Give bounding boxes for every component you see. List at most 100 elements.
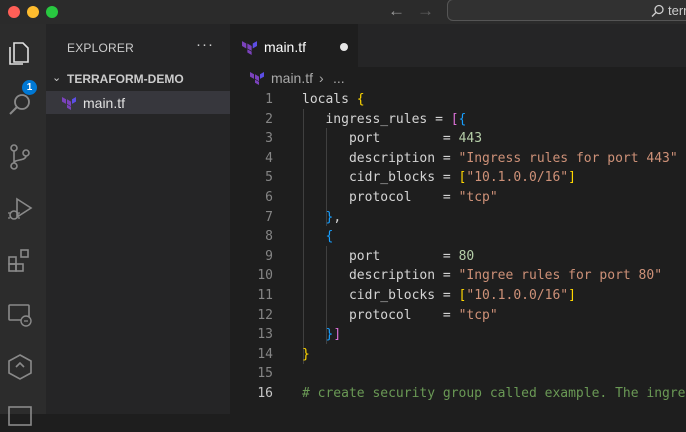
terraform-file-icon <box>250 72 264 85</box>
line-number: 12 <box>257 307 273 323</box>
run-debug-icon[interactable] <box>5 194 35 224</box>
code-token: ingress_rules <box>325 111 428 127</box>
tab-main-tf[interactable]: main.tf <box>230 24 358 67</box>
code-token: "10.1.0.0/16" <box>466 288 569 303</box>
source-control-icon[interactable] <box>5 142 35 172</box>
code-token: = <box>442 248 451 264</box>
code-token: { <box>356 92 365 107</box>
folder-row[interactable]: ⌄ TERRAFORM-DEMO <box>46 70 230 90</box>
code-token: { <box>325 229 334 245</box>
terminal-icon[interactable] <box>5 402 35 432</box>
code-token: description <box>348 268 436 284</box>
chevron-down-icon: ⌄ <box>52 72 62 84</box>
close-window-button[interactable] <box>8 6 20 18</box>
activity-bar: 1 <box>0 24 46 426</box>
code-line: 12 protocol = "tcp" <box>230 306 686 326</box>
code-token: protocol <box>348 190 412 205</box>
line-number: 15 <box>257 366 273 382</box>
line-number: 5 <box>265 170 273 186</box>
code-token: port <box>348 248 381 264</box>
code-token: [ <box>450 111 459 127</box>
extensions-icon[interactable] <box>5 246 35 276</box>
code-line: 4 description = "Ingress rules for port … <box>230 149 686 169</box>
search-text: terra <box>668 3 686 18</box>
breadcrumb-file[interactable]: main.tf <box>271 70 313 86</box>
code-token: cidr_blocks <box>348 170 436 186</box>
code-editor[interactable]: 1 locals { 2 ingress_rules = [{ 3 port =… <box>230 89 686 414</box>
code-token: { <box>458 111 467 127</box>
code-line: 15 <box>230 364 686 384</box>
code-line: 3 port = 443 <box>230 129 686 149</box>
terraform-hexagon-icon[interactable] <box>5 352 35 382</box>
line-number: 11 <box>257 288 273 303</box>
line-number: 6 <box>265 190 273 205</box>
code-token: = <box>442 288 451 303</box>
line-number: 13 <box>257 327 273 343</box>
tab-label: main.tf <box>264 39 307 55</box>
line-number: 9 <box>265 248 273 264</box>
search-icon <box>651 4 664 17</box>
code-token: = <box>442 170 451 186</box>
back-arrow-icon[interactable]: ← <box>388 1 405 21</box>
code-line: 2 ingress_rules = [{ <box>230 110 686 130</box>
breadcrumb: main.tf › ... <box>230 67 686 89</box>
code-token: = <box>442 268 451 284</box>
code-token: "10.1.0.0/16" <box>466 170 569 186</box>
title-bar: ← → terra <box>0 0 686 24</box>
code-token: ] <box>333 327 342 343</box>
code-line: 5 cidr_blocks = ["10.1.0.0/16"] <box>230 168 686 188</box>
explorer-sidebar: EXPLORER ··· ⌄ TERRAFORM-DEMO main.tf <box>46 24 230 414</box>
code-token: cidr_blocks <box>348 288 436 303</box>
code-token: = <box>442 150 451 166</box>
line-number: 2 <box>265 111 273 127</box>
explorer-title: EXPLORER <box>67 41 134 55</box>
code-line: 6 protocol = "tcp" <box>230 188 686 208</box>
code-line: 7 }, <box>230 208 686 228</box>
code-token: locals <box>302 92 349 107</box>
tab-bar: main.tf <box>230 24 686 67</box>
line-number: 1 <box>265 92 273 107</box>
code-token: } <box>302 346 310 362</box>
code-token: 80 <box>458 248 475 264</box>
code-token: = <box>442 131 451 147</box>
code-line: 9 port = 80 <box>230 247 686 267</box>
minimize-window-button[interactable] <box>27 6 39 18</box>
terraform-file-icon <box>62 97 76 110</box>
terraform-file-icon <box>242 41 257 55</box>
code-token: = <box>442 307 451 323</box>
line-number: 16 <box>257 386 273 401</box>
code-comment: # create security group called example. … <box>302 386 686 401</box>
search-icon[interactable] <box>5 90 35 120</box>
code-line: 16 # create security group called exampl… <box>230 384 686 404</box>
more-actions-icon[interactable]: ··· <box>196 36 214 53</box>
code-token: "Ingress rules for port 443" <box>458 150 678 166</box>
code-token: "tcp" <box>458 190 498 205</box>
code-token: 443 <box>458 131 483 147</box>
folder-name: TERRAFORM-DEMO <box>67 72 184 86</box>
code-token: "Ingree rules for port 80" <box>458 268 663 284</box>
code-line: 10 description = "Ingree rules for port … <box>230 266 686 286</box>
line-number: 7 <box>265 209 273 225</box>
forward-arrow-icon[interactable]: → <box>417 1 434 21</box>
code-token: = <box>435 111 443 127</box>
code-line: 14 } <box>230 345 686 365</box>
file-row-main-tf[interactable]: main.tf <box>46 91 230 114</box>
line-number: 8 <box>265 229 273 245</box>
maximize-window-button[interactable] <box>46 6 58 18</box>
file-name: main.tf <box>83 95 126 111</box>
line-number: 3 <box>265 131 273 147</box>
breadcrumb-separator: › <box>319 70 324 86</box>
code-token: description <box>348 150 436 166</box>
code-token: ] <box>568 288 576 303</box>
unsaved-dot-icon[interactable] <box>340 43 348 51</box>
code-token: protocol <box>348 307 412 323</box>
line-number: 4 <box>265 150 273 166</box>
remote-explorer-icon[interactable] <box>5 300 35 330</box>
code-line: 8 { <box>230 227 686 247</box>
breadcrumb-more[interactable]: ... <box>333 70 345 86</box>
explorer-files-icon[interactable] <box>5 38 35 68</box>
code-token: ] <box>568 170 576 186</box>
code-line: 13 }] <box>230 325 686 345</box>
code-token: = <box>442 190 451 205</box>
line-number: 14 <box>257 346 273 362</box>
